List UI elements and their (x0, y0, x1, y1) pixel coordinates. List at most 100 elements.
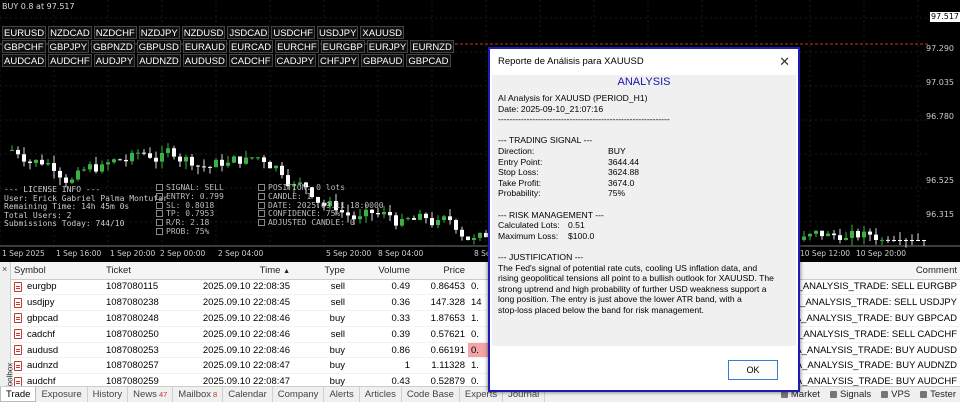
candle-body (814, 230, 818, 234)
col-symbol[interactable]: Symbol (11, 262, 103, 280)
symbol-button-gbpnzd[interactable]: GBPNZD (91, 40, 135, 53)
risk-management-header: --- RISK MANAGEMENT --- (498, 209, 604, 220)
symbol-button-grid: EURUSD NZDCAD NZDCHF NZDJPY NZDUSD JSDCAD USDC… (2, 26, 456, 68)
price-level-label: 97.290 (926, 44, 954, 53)
symbol-button-gbpusd[interactable]: GBPUSD (136, 40, 181, 53)
symbol-button-audcad[interactable]: AUDCAD (2, 54, 47, 67)
justification-line: stop-loss placed below the band for risk… (498, 304, 704, 315)
symbol-button-eurcad[interactable]: EURCAD (228, 40, 274, 53)
symbol-button-xauusd[interactable]: XAUUSD (360, 26, 405, 39)
col-comment[interactable]: Comment (785, 262, 960, 280)
candle-body (856, 230, 860, 238)
candle-body (268, 161, 272, 169)
tab-label: Exposure (41, 389, 82, 400)
symbol-text: audusd (27, 344, 59, 356)
table-row[interactable]: usdjpy 1087080238 2025.09.10 22:08:45 sell 0… (11, 294, 960, 312)
toolbar-signals-button[interactable]: Signals (830, 389, 871, 400)
symbol-button-audusd[interactable]: AUDUSD (182, 54, 227, 67)
position-info-line: ADJUSTED CANDLE: 0 (258, 218, 384, 228)
symbol-button-cadjpy[interactable]: CADJPY (274, 54, 316, 67)
toolbar-vps-button[interactable]: VPS (881, 389, 910, 400)
symbol-button-jsdcad[interactable]: JSDCAD (227, 26, 270, 39)
symbol-button-nzdjpy[interactable]: NZDJPY (138, 26, 180, 39)
cell-ticket: 1087080257 (103, 357, 168, 375)
symbol-button-cadchf[interactable]: CADCHF (228, 54, 273, 67)
symbol-button-audchf[interactable]: AUDCHF (48, 54, 92, 67)
col-volume[interactable]: Volume (348, 262, 413, 280)
col-time[interactable]: Time ▲ (168, 262, 293, 280)
candle-body (874, 234, 878, 240)
time-axis-label: 5 Sep 20:00 (326, 249, 372, 258)
symbol-text: gbpcad (27, 312, 59, 324)
cell-symbol: audusd (11, 342, 103, 359)
candle-body (820, 230, 824, 237)
col-type[interactable]: Type (293, 262, 348, 280)
cell-type: buy (293, 357, 348, 375)
symbol-button-usdjpy[interactable]: USDJPY (316, 26, 359, 39)
risk-row: Calculated Lots: 0.51 (498, 220, 790, 231)
table-row[interactable]: audnzd 1087080257 2025.09.10 22:08:47 buy 1 1… (11, 357, 960, 375)
table-row[interactable]: audusd 1087080253 2025.09.10 22:08:46 buy 0.… (11, 342, 960, 359)
col-price[interactable]: Price (413, 262, 468, 280)
dialog-title-bar[interactable]: Reporte de Análisis para XAUUSD ✕ (490, 49, 798, 75)
tab-company[interactable]: Company (273, 387, 325, 402)
symbol-button-gbpchf[interactable]: GBPCHF (2, 40, 46, 53)
tab-calendar[interactable]: Calendar (223, 387, 273, 402)
tab-news[interactable]: News 47 (128, 387, 174, 402)
candle-body (244, 157, 248, 164)
symbol-button-eurjpy[interactable]: EURJPY (366, 40, 409, 53)
symbol-button-eurgbp[interactable]: EURGBP (320, 40, 365, 53)
tab-count-badge: 47 (158, 390, 168, 399)
time-axis-label: 1 Sep 16:00 (56, 249, 102, 258)
cell-type: sell (293, 279, 348, 296)
symbol-button-gbpaud[interactable]: GBPAUD (360, 54, 405, 67)
symbol-button-audjpy[interactable]: AUDJPY (93, 54, 136, 67)
symbol-button-nzdusd[interactable]: NZDUSD (181, 26, 226, 39)
symbol-button-eurchf[interactable]: EURCHF (275, 40, 319, 53)
tab-trade[interactable]: Trade (0, 387, 37, 402)
symbol-button-audnzd[interactable]: AUDNZD (137, 54, 181, 67)
table-row[interactable]: eurgbp 1087080115 2025.09.10 22:08:35 sell 0… (11, 279, 960, 296)
candle-body (838, 235, 842, 240)
candle-body (388, 212, 392, 216)
symbol-button-gbpcad[interactable]: GBPCAD (406, 54, 451, 67)
symbol-button-nzdchf[interactable]: NZDCHF (93, 26, 137, 39)
symbol-button-nzdcad[interactable]: NZDCAD (48, 26, 92, 39)
symbol-button-gbpjpy[interactable]: GBPJPY (47, 40, 90, 53)
tab-history[interactable]: History (88, 387, 129, 402)
symbol-button-chfjpy[interactable]: CHFJPY (318, 54, 359, 67)
table-row[interactable]: gbpcad 1087080248 2025.09.10 22:08:46 buy 0.… (11, 310, 960, 327)
position-icon (14, 360, 22, 371)
tab-mailbox[interactable]: Mailbox 8 (173, 387, 224, 402)
time-axis-label: 10 Sep 12:00 (800, 249, 851, 258)
signal-row: Direction: BUY (498, 146, 790, 157)
cell-ticket: 1087080253 (103, 342, 168, 359)
price-level-label: 96.780 (926, 112, 954, 121)
cell-symbol: usdjpy (11, 294, 103, 312)
candle-body (52, 163, 56, 171)
candle-body (70, 179, 74, 183)
ok-button[interactable]: OK (728, 360, 778, 380)
candle-body (82, 169, 86, 171)
cell-price: 147.328 (413, 294, 468, 312)
close-icon[interactable]: ✕ (779, 49, 790, 75)
toolbox-close-button[interactable]: × (2, 264, 7, 274)
price-level-label: 96.315 (926, 210, 954, 219)
terminal-window: BUY 0.8 at 97.517 EURUSD NZDCAD NZDCHF NZDJ… (0, 0, 960, 402)
tab-exposure[interactable]: Exposure (36, 387, 88, 402)
symbol-button-eurusd[interactable]: EURUSD (2, 26, 47, 39)
table-row[interactable]: cadchf 1087080250 2025.09.10 22:08:46 sell 0… (11, 326, 960, 343)
toolbar-tester-button[interactable]: Tester (920, 389, 956, 400)
cell-time: 2025.09.10 22:08:47 (168, 357, 293, 375)
tab-articles[interactable]: Articles (360, 387, 402, 402)
col-ticket[interactable]: Ticket (103, 262, 168, 280)
symbol-button-eurnzd[interactable]: EURNZD (410, 40, 454, 53)
price-chart[interactable]: BUY 0.8 at 97.517 EURUSD NZDCAD NZDCHF NZDJ… (0, 0, 960, 262)
tab-alerts[interactable]: Alerts (324, 387, 360, 402)
symbol-button-euraud[interactable]: EURAUD (182, 40, 227, 53)
tab-code-base[interactable]: Code Base (402, 387, 460, 402)
tab-label: News (133, 389, 157, 400)
symbol-button-usdchf[interactable]: USDCHF (271, 26, 315, 39)
candle-body (280, 165, 284, 176)
candle-body (910, 240, 914, 241)
